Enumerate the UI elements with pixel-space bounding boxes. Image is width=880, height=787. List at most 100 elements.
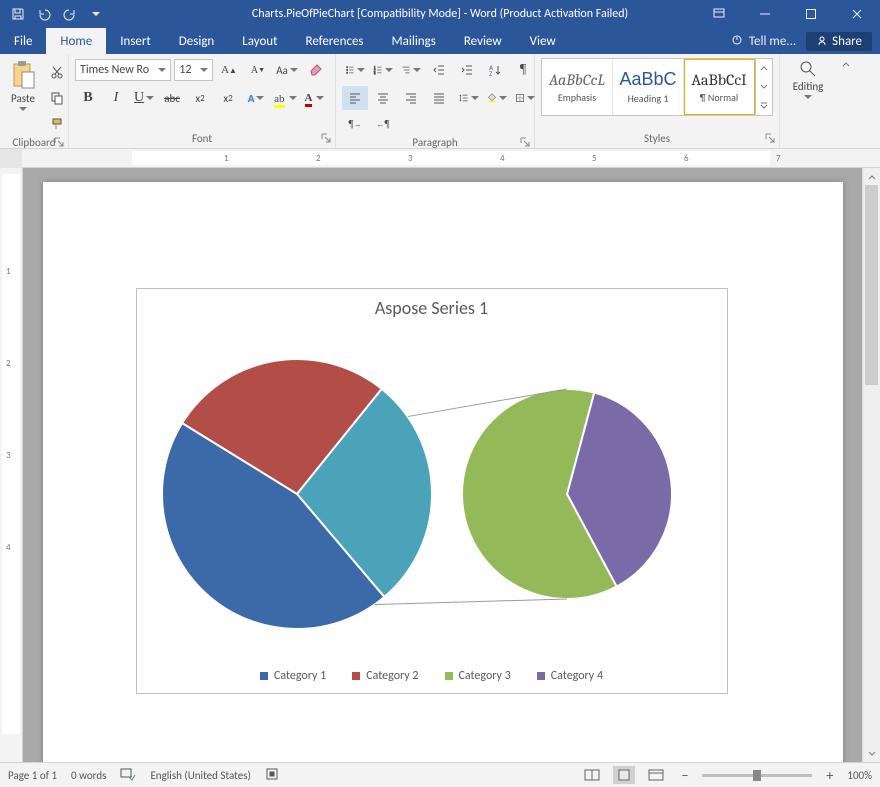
close-icon[interactable] xyxy=(834,0,880,28)
numbering-icon[interactable]: 123 xyxy=(370,58,396,82)
legend-item: Category 1 xyxy=(260,669,326,683)
decrease-indent-icon[interactable] xyxy=(426,58,452,82)
clipboard-dialog-launcher-icon[interactable] xyxy=(54,137,64,147)
legend-swatch-icon xyxy=(352,672,360,680)
zoom-level[interactable]: 100% xyxy=(847,769,872,782)
print-layout-icon[interactable] xyxy=(613,766,635,784)
style-preview: AaBbCcL xyxy=(549,71,605,89)
legend-item: Category 2 xyxy=(352,669,418,683)
vertical-ruler[interactable]: 1234 xyxy=(0,168,23,762)
sort-icon[interactable]: AZ xyxy=(482,58,508,82)
strikethrough-button[interactable]: abc xyxy=(159,86,185,110)
style-emphasis[interactable]: AaBbCcL Emphasis xyxy=(542,59,613,115)
style-normal[interactable]: AaBbCcI ¶ Normal xyxy=(684,59,755,115)
clear-formatting-icon[interactable] xyxy=(303,58,329,82)
tab-insert[interactable]: Insert xyxy=(106,28,165,54)
gallery-up-icon[interactable] xyxy=(756,59,772,78)
bold-button[interactable]: B xyxy=(75,86,101,110)
tell-me-search[interactable]: Tell me... xyxy=(731,34,796,49)
scroll-up-icon[interactable] xyxy=(863,168,880,185)
gallery-down-icon[interactable] xyxy=(756,78,772,97)
font-dialog-launcher-icon[interactable] xyxy=(321,133,331,143)
horizontal-ruler[interactable]: 1234567 xyxy=(22,149,880,168)
group-paragraph: 123 AZ ¶ ¶→ ←¶ Paragraph xyxy=(336,54,535,148)
group-font: Times New Ro 12 A▲ A▼ Aa B I U abc x2 x2… xyxy=(69,54,336,148)
group-clipboard: Paste Clipboard xyxy=(0,54,69,148)
superscript-button[interactable]: x2 xyxy=(215,86,241,110)
tab-design[interactable]: Design xyxy=(165,28,228,54)
qat-customize-icon[interactable] xyxy=(84,2,108,26)
tab-mailings[interactable]: Mailings xyxy=(378,28,450,54)
save-icon[interactable] xyxy=(6,2,30,26)
grow-font-icon[interactable]: A▲ xyxy=(216,58,242,82)
chart-canvas xyxy=(137,319,727,659)
text-effects-icon[interactable]: A xyxy=(243,86,269,110)
justify-icon[interactable] xyxy=(426,86,452,110)
multilevel-list-icon[interactable] xyxy=(398,58,424,82)
zoom-in-icon[interactable]: + xyxy=(822,767,837,784)
tab-references[interactable]: References xyxy=(292,28,378,54)
read-mode-icon[interactable] xyxy=(581,766,603,784)
document-area[interactable]: Aspose Series 1 Category 1Category 2Cate… xyxy=(23,168,862,762)
subscript-button[interactable]: x2 xyxy=(187,86,213,110)
cut-icon[interactable] xyxy=(44,60,70,84)
maximize-icon[interactable] xyxy=(788,0,834,28)
styles-gallery-more[interactable] xyxy=(755,59,772,115)
web-layout-icon[interactable] xyxy=(645,766,667,784)
chart-object[interactable]: Aspose Series 1 Category 1Category 2Cate… xyxy=(136,288,728,694)
paragraph-dialog-launcher-icon[interactable] xyxy=(520,137,530,147)
shrink-font-icon[interactable]: A▼ xyxy=(245,58,271,82)
spellcheck-icon[interactable] xyxy=(120,767,136,784)
align-center-icon[interactable] xyxy=(370,86,396,110)
rtl-direction-icon[interactable]: ←¶ xyxy=(370,112,396,136)
title-bar: Charts.PieOfPieChart [Compatibility Mode… xyxy=(0,0,880,28)
tab-layout[interactable]: Layout xyxy=(228,28,291,54)
underline-button[interactable]: U xyxy=(131,86,157,110)
font-size-value: 12 xyxy=(179,63,191,77)
font-color-icon[interactable]: A xyxy=(302,86,328,110)
font-size-combo[interactable]: 12 xyxy=(174,59,213,81)
paragraph-group-label: Paragraph xyxy=(412,136,457,149)
shading-icon[interactable] xyxy=(484,86,510,110)
align-left-icon[interactable] xyxy=(342,86,368,110)
legend-swatch-icon xyxy=(260,672,268,680)
tab-file[interactable]: File xyxy=(0,28,46,54)
language-indicator[interactable]: English (United States) xyxy=(150,769,250,782)
redo-icon[interactable] xyxy=(58,2,82,26)
italic-button[interactable]: I xyxy=(103,86,129,110)
copy-icon[interactable] xyxy=(44,86,70,110)
word-count[interactable]: 0 words xyxy=(71,769,106,782)
window-controls xyxy=(696,0,880,28)
highlight-color-icon[interactable]: ab xyxy=(271,86,299,110)
tab-review[interactable]: Review xyxy=(450,28,516,54)
scroll-down-icon[interactable] xyxy=(863,745,880,762)
format-painter-icon[interactable] xyxy=(44,112,70,136)
line-spacing-icon[interactable] xyxy=(456,86,482,110)
scrollbar-thumb[interactable] xyxy=(865,185,878,385)
undo-icon[interactable] xyxy=(32,2,56,26)
zoom-slider[interactable] xyxy=(702,774,812,777)
ribbon-options-icon[interactable] xyxy=(696,0,742,28)
change-case-icon[interactable]: Aa xyxy=(274,58,300,82)
ltr-direction-icon[interactable]: ¶→ xyxy=(342,112,368,136)
vertical-scrollbar[interactable] xyxy=(862,168,880,762)
styles-dialog-launcher-icon[interactable] xyxy=(765,133,775,143)
tab-home[interactable]: Home xyxy=(46,28,106,54)
editing-menu[interactable]: Editing xyxy=(789,58,828,101)
font-name-combo[interactable]: Times New Ro xyxy=(75,59,171,81)
collapse-ribbon-icon[interactable] xyxy=(836,54,856,148)
minimize-icon[interactable] xyxy=(742,0,788,28)
bullets-icon[interactable] xyxy=(342,58,368,82)
gallery-expand-icon[interactable] xyxy=(756,96,772,115)
align-right-icon[interactable] xyxy=(398,86,424,110)
page-indicator[interactable]: Page 1 of 1 xyxy=(8,769,57,782)
share-button[interactable]: Share xyxy=(806,32,872,51)
increase-indent-icon[interactable] xyxy=(454,58,480,82)
tab-view[interactable]: View xyxy=(516,28,570,54)
styles-gallery[interactable]: AaBbCcL Emphasis AaBbC Heading 1 AaBbCcI… xyxy=(541,58,773,116)
paste-button[interactable]: Paste xyxy=(6,58,40,113)
style-heading-1[interactable]: AaBbC Heading 1 xyxy=(613,59,684,115)
macro-icon[interactable] xyxy=(265,767,279,784)
show-hide-icon[interactable]: ¶ xyxy=(510,58,536,82)
zoom-out-icon[interactable]: − xyxy=(677,767,692,784)
